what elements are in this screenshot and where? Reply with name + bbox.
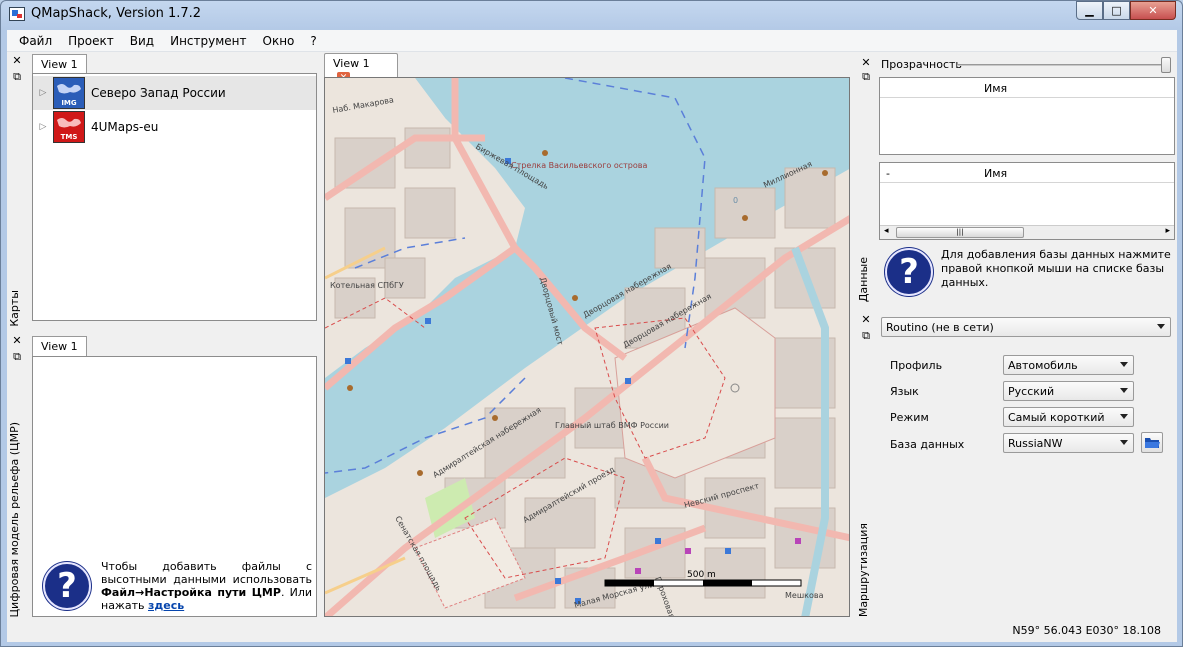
scroll-right-icon[interactable]: ▸	[1165, 226, 1170, 236]
map-label-kot: Котельная СПбГУ	[330, 281, 404, 290]
map-label-depth: 0	[733, 196, 738, 205]
header-name[interactable]: Имя	[984, 167, 1007, 180]
menu-project[interactable]: Проект	[60, 34, 122, 48]
opacity-slider-track[interactable]	[957, 64, 1163, 66]
map-item[interactable]: ▷ TMS 4UMaps-eu	[33, 110, 316, 144]
folder-icon	[1145, 438, 1160, 448]
horizontal-scrollbar[interactable]: ◂ ||| ▸	[880, 225, 1174, 239]
img-map-icon: IMG	[53, 77, 85, 109]
table-header: Имя	[880, 78, 1174, 98]
routing-dock-title: Маршрутизация	[857, 522, 870, 617]
mode-label: Режим	[890, 411, 929, 424]
chevron-down-icon	[1120, 388, 1128, 393]
menu-tool[interactable]: Инструмент	[162, 34, 254, 48]
maps-dock-titlebar: ✕ ⧉ Карты	[7, 53, 27, 329]
chevron-down-icon	[1120, 440, 1128, 445]
opacity-slider-handle[interactable]	[1161, 57, 1171, 73]
data-dock-title: Данные	[857, 256, 870, 302]
status-bar: N59° 56.043 E030° 18.108	[7, 621, 1177, 642]
map-tab-label: View 1	[333, 57, 370, 70]
maximize-button[interactable]: □	[1103, 1, 1130, 20]
map-tab-view1[interactable]: View 1 ✕	[324, 53, 398, 85]
dem-tab-view1[interactable]: View 1	[32, 336, 87, 356]
data-help-text: Для добавления базы данных нажмите право…	[941, 248, 1171, 289]
language-select[interactable]: Русский	[1003, 381, 1134, 401]
routing-engine-select[interactable]: Routino (не в сети)	[881, 317, 1171, 337]
scroll-left-icon[interactable]: ◂	[884, 226, 889, 236]
maps-list: ▷ IMG Северо Запад России ▷ TMS 4UMaps-e…	[32, 73, 317, 321]
data-dock-titlebar: ✕ ⧉ Данные	[856, 53, 876, 306]
maps-dock-title: Карты	[8, 290, 21, 327]
close-button[interactable]: ✕	[1130, 1, 1176, 20]
menu-help[interactable]: ?	[302, 34, 324, 48]
dem-dock-titlebar: ✕ ⧉ Цифровая модель рельефа (ЦМР)	[7, 331, 27, 621]
mode-select[interactable]: Самый короткий	[1003, 407, 1134, 427]
chevron-down-icon	[1120, 362, 1128, 367]
map-label-shtab: Главный штаб ВМФ России	[555, 421, 669, 430]
header-name[interactable]: Имя	[984, 82, 1007, 95]
routing-dock-titlebar: ✕ ⧉ Маршрутизация	[856, 310, 876, 621]
dem-list: ? Чтобы добавить файлы с высотными данны…	[32, 356, 317, 617]
map-item-label: 4UMaps-eu	[91, 120, 159, 134]
map-item-label: Северо Запад России	[91, 86, 226, 100]
dem-dock-title: Цифровая модель рельефа (ЦМР)	[8, 421, 21, 617]
menu-window[interactable]: Окно	[255, 34, 303, 48]
menu-file[interactable]: Файл	[11, 34, 60, 48]
data-dock-float-icon[interactable]: ⧉	[860, 71, 872, 83]
client-area: Файл Проект Вид Инструмент Окно ? ✕ ⧉ Ка…	[7, 30, 1177, 642]
window-title: QMapShack, Version 1.7.2	[31, 6, 202, 21]
profile-value: Автомобиль	[1008, 359, 1078, 372]
help-icon: ?	[885, 248, 933, 296]
table-header: - Имя	[880, 163, 1174, 183]
map-svg[interactable]: Стрелка Васильевского острова Биржевая п…	[325, 78, 850, 617]
language-value: Русский	[1008, 385, 1055, 398]
maps-dock-float-icon[interactable]: ⧉	[11, 71, 23, 83]
help-icon: ?	[43, 562, 91, 610]
dem-dock-close-icon[interactable]: ✕	[11, 335, 23, 347]
routing-engine-value: Routino (не в сети)	[886, 321, 994, 334]
main-window: QMapShack, Version 1.7.2 ▁ □ ✕ Файл Прое…	[0, 0, 1183, 647]
maps-tab-view1[interactable]: View 1	[32, 54, 87, 74]
opacity-label: Прозрачность	[881, 58, 962, 71]
map-item[interactable]: ▷ IMG Северо Запад России	[33, 76, 316, 110]
tms-map-icon: TMS	[53, 111, 85, 143]
expand-arrow-icon[interactable]: ▷	[33, 122, 53, 132]
routing-dock-float-icon[interactable]: ⧉	[860, 330, 872, 342]
title-bar[interactable]: QMapShack, Version 1.7.2 ▁ □ ✕	[1, 1, 1182, 29]
dem-help-link[interactable]: здесь	[148, 599, 184, 612]
dem-help-text: Чтобы добавить файлы с высотными данными…	[101, 560, 313, 612]
maps-dock-close-icon[interactable]: ✕	[11, 55, 23, 67]
header-minus[interactable]: -	[886, 167, 890, 180]
menu-bar: Файл Проект Вид Инструмент Окно ?	[7, 30, 1177, 52]
data-table-1[interactable]: Имя	[879, 77, 1175, 155]
routing-dock-close-icon[interactable]: ✕	[860, 314, 872, 326]
dem-dock-float-icon[interactable]: ⧉	[11, 351, 23, 363]
data-table-2[interactable]: - Имя ◂ ||| ▸	[879, 162, 1175, 240]
map-canvas[interactable]: Стрелка Васильевского острова Биржевая п…	[324, 77, 850, 617]
scale-label: 500 m	[687, 570, 716, 580]
data-help: ? Для добавления базы данных нажмите пра…	[885, 248, 1175, 304]
data-dock-close-icon[interactable]: ✕	[860, 57, 872, 69]
database-value: RussiaNW	[1008, 437, 1063, 450]
window-controls: ▁ □ ✕	[1076, 1, 1176, 20]
database-select[interactable]: RussiaNW	[1003, 433, 1134, 453]
minimize-button[interactable]: ▁	[1076, 1, 1103, 20]
app-logo-icon	[9, 7, 25, 21]
open-folder-button[interactable]	[1141, 432, 1163, 453]
menu-view[interactable]: Вид	[122, 34, 162, 48]
profile-label: Профиль	[890, 359, 943, 372]
opacity-row: Прозрачность	[881, 57, 1171, 73]
chevron-down-icon	[1157, 324, 1165, 329]
scroll-thumb[interactable]: |||	[896, 227, 1024, 238]
map-label-strelka: Стрелка Васильевского острова	[511, 161, 647, 170]
database-label: База данных	[890, 438, 965, 451]
chevron-down-icon	[1120, 414, 1128, 419]
profile-select[interactable]: Автомобиль	[1003, 355, 1134, 375]
dem-help: ? Чтобы добавить файлы с высотными данны…	[33, 556, 316, 616]
language-label: Язык	[890, 385, 919, 398]
expand-arrow-icon[interactable]: ▷	[33, 88, 53, 98]
mode-value: Самый короткий	[1008, 411, 1105, 424]
cursor-coordinates: N59° 56.043 E030° 18.108	[1012, 624, 1161, 637]
map-label-mesh: Мешкова	[785, 591, 824, 600]
